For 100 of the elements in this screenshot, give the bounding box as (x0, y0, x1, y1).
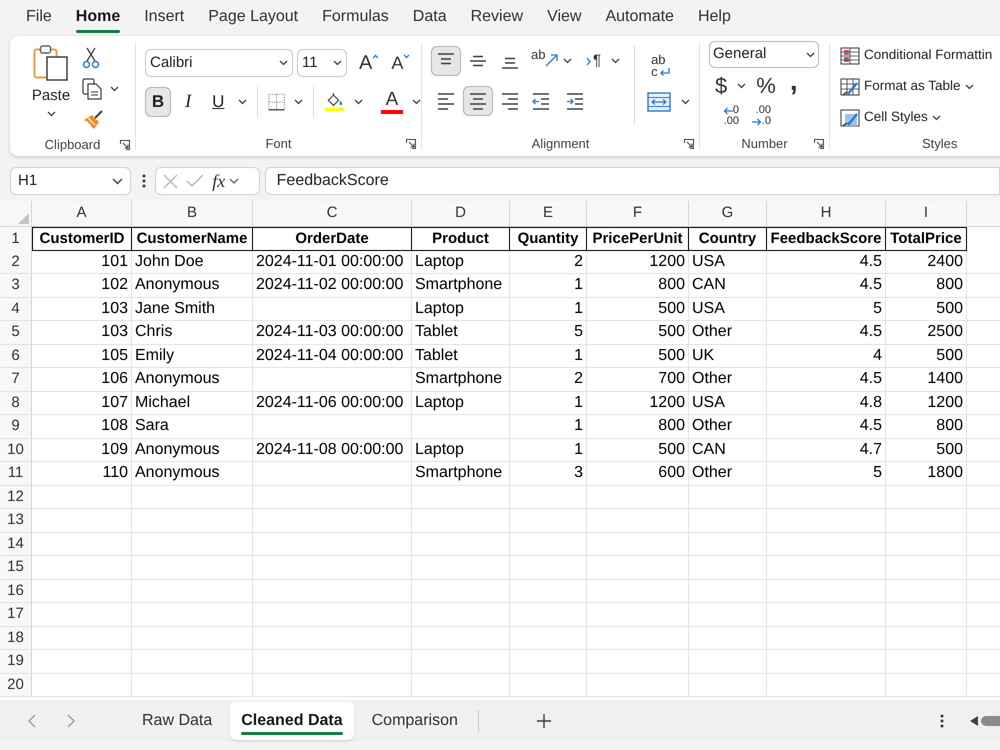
menu-tab[interactable]: Formulas (322, 0, 389, 34)
align-top-button[interactable] (431, 46, 461, 76)
percent-button[interactable]: % (756, 73, 776, 99)
table-cell-text: John Doe (134, 252, 204, 272)
menu-tab[interactable]: Home (76, 0, 120, 34)
conditional-formatting-button[interactable]: Conditional Formattin (840, 40, 992, 71)
caret-icon[interactable] (110, 86, 119, 92)
dialog-launcher-icon[interactable] (406, 139, 416, 149)
borders-icon[interactable] (268, 92, 286, 112)
dialog-launcher-icon[interactable] (120, 140, 130, 150)
caret-icon[interactable] (229, 178, 240, 184)
caret-icon[interactable] (737, 83, 746, 89)
decrease-decimal-button[interactable]: 0 .00 (713, 102, 739, 130)
column-header[interactable]: A (32, 201, 131, 226)
sheet-tab[interactable]: Cleaned Data (230, 702, 354, 740)
font-color-button[interactable]: A (381, 90, 403, 114)
row-number[interactable]: 20 (0, 674, 31, 696)
shrink-font-button[interactable]: A (391, 52, 410, 74)
menu-tab[interactable]: Automate (605, 0, 674, 34)
table-cell-text: 2024-11-03 00:00:00 (255, 322, 404, 342)
comma-style-button[interactable]: , (790, 68, 798, 104)
menu-tab[interactable]: Insert (144, 0, 184, 34)
menu-tab[interactable]: View (547, 0, 582, 34)
sheet-tab[interactable]: Comparison (358, 702, 472, 740)
scroll-left-icon[interactable] (970, 716, 978, 726)
increase-indent-icon[interactable] (565, 92, 585, 110)
column-header[interactable]: D (412, 201, 509, 226)
scissors-icon[interactable] (82, 46, 100, 68)
row-number[interactable]: 4 (0, 298, 31, 320)
currency-button[interactable]: $ (715, 73, 728, 99)
grow-font-button[interactable]: A (359, 52, 380, 74)
insert-function-button[interactable]: fx (212, 171, 226, 191)
copy-icon[interactable] (82, 78, 102, 100)
checkmark-icon[interactable] (186, 174, 204, 188)
decrease-indent-icon[interactable] (531, 92, 551, 110)
row-number[interactable]: 14 (0, 532, 31, 555)
sheet-tab[interactable]: Raw Data (128, 702, 226, 740)
caret-icon[interactable] (681, 99, 690, 105)
column-header[interactable]: B (132, 201, 252, 226)
wrap-text-button[interactable]: ab c (647, 48, 678, 84)
row-number[interactable]: 9 (0, 415, 31, 438)
menu-tab[interactable]: File (26, 0, 52, 34)
column-header[interactable]: G (689, 201, 766, 226)
menu-tab[interactable]: Page Layout (208, 0, 298, 34)
font-size-dropdown[interactable]: 11 (297, 49, 347, 77)
align-center-button[interactable] (463, 86, 493, 116)
cell-styles-button[interactable]: Cell Styles (840, 102, 941, 133)
menu-tab[interactable]: Data (412, 0, 447, 34)
row-number[interactable]: 6 (0, 344, 31, 367)
column-header[interactable]: I (886, 201, 966, 226)
italic-button[interactable]: I (175, 87, 202, 117)
row-number[interactable]: 10 (0, 438, 31, 461)
formula-field[interactable]: FeedbackScore (264, 167, 1000, 195)
more-icon[interactable] (940, 714, 944, 728)
font-name-dropdown[interactable]: Calibri (145, 49, 293, 77)
column-header[interactable]: H (767, 201, 885, 226)
underline-button[interactable]: U (205, 87, 232, 117)
number-format-dropdown[interactable]: General (709, 41, 819, 68)
column-header[interactable]: C (253, 201, 411, 226)
merge-center-icon[interactable] (647, 92, 672, 112)
row-number[interactable]: 15 (0, 556, 31, 578)
column-header[interactable]: E (510, 201, 586, 226)
row-number[interactable]: 1 (0, 227, 31, 250)
more-icon[interactable] (142, 174, 146, 188)
fill-color-icon[interactable] (324, 91, 345, 113)
row-number[interactable]: 18 (0, 626, 31, 649)
row-number[interactable]: 7 (0, 368, 31, 390)
row-number[interactable]: 19 (0, 650, 31, 672)
dialog-launcher-icon[interactable] (814, 139, 824, 149)
name-box[interactable]: H1 (10, 167, 132, 195)
caret-icon[interactable] (354, 99, 363, 105)
increase-decimal-button[interactable]: .00 .0 (745, 102, 771, 130)
row-number[interactable]: 5 (0, 321, 31, 344)
row-number[interactable]: 12 (0, 486, 31, 508)
caret-icon[interactable] (238, 99, 248, 105)
row-number[interactable]: 3 (0, 274, 31, 296)
menu-tab[interactable]: Help (698, 0, 731, 34)
orientation-button[interactable]: ab (529, 46, 559, 76)
chevron-right-icon (586, 56, 591, 66)
caret-icon[interactable] (611, 58, 620, 64)
paste-button[interactable]: Paste (26, 42, 76, 126)
caret-icon[interactable] (294, 99, 304, 105)
scrollbar-thumb[interactable] (981, 716, 1000, 726)
table-cell-text: Other (691, 416, 734, 436)
row-number[interactable]: 2 (0, 250, 31, 273)
bold-button[interactable]: B (145, 87, 172, 117)
caret-icon[interactable] (563, 58, 572, 64)
row-number[interactable]: 16 (0, 580, 31, 602)
dialog-launcher-icon[interactable] (684, 139, 694, 149)
row-number[interactable]: 11 (0, 462, 31, 484)
caret-icon[interactable] (412, 99, 421, 105)
text-direction-button[interactable]: ¶ (586, 46, 602, 76)
row-number[interactable]: 13 (0, 509, 31, 532)
menu-tab[interactable]: Review (470, 0, 524, 34)
row-number[interactable]: 17 (0, 603, 31, 626)
paintbrush-icon[interactable] (82, 110, 104, 130)
row-number[interactable]: 8 (0, 392, 31, 414)
column-header[interactable]: F (587, 201, 688, 226)
format-as-table-button[interactable]: Format as Table (840, 71, 974, 102)
add-sheet-icon[interactable] (536, 714, 551, 728)
